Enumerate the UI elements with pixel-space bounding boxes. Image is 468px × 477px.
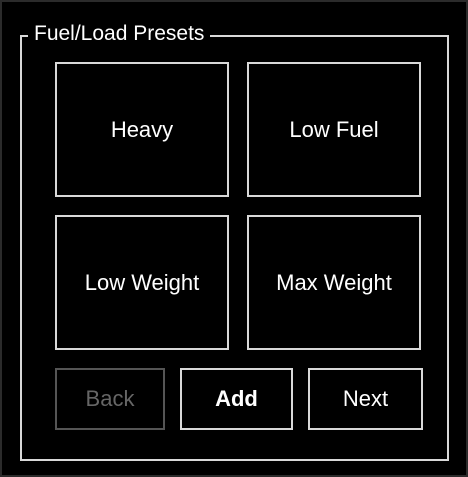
- preset-heavy-button[interactable]: Heavy: [55, 62, 229, 197]
- preset-heavy-label: Heavy: [110, 116, 174, 142]
- preset-low-fuel-button[interactable]: Low Fuel: [247, 62, 421, 197]
- preset-low-fuel-label: Low Fuel: [289, 116, 379, 142]
- group-title: Fuel/Load Presets: [28, 19, 211, 49]
- add-button[interactable]: Add: [180, 368, 293, 430]
- back-button-label: Back: [85, 386, 135, 411]
- preset-low-weight-button[interactable]: Low Weight: [55, 215, 229, 350]
- preset-low-weight-label: Low Weight: [84, 269, 200, 295]
- next-button-label: Next: [342, 386, 389, 411]
- next-button[interactable]: Next: [308, 368, 423, 430]
- back-button[interactable]: Back: [55, 368, 165, 430]
- preset-max-weight-label: Max Weight: [276, 269, 392, 295]
- preset-max-weight-button[interactable]: Max Weight: [247, 215, 421, 350]
- add-button-label: Add: [215, 386, 258, 411]
